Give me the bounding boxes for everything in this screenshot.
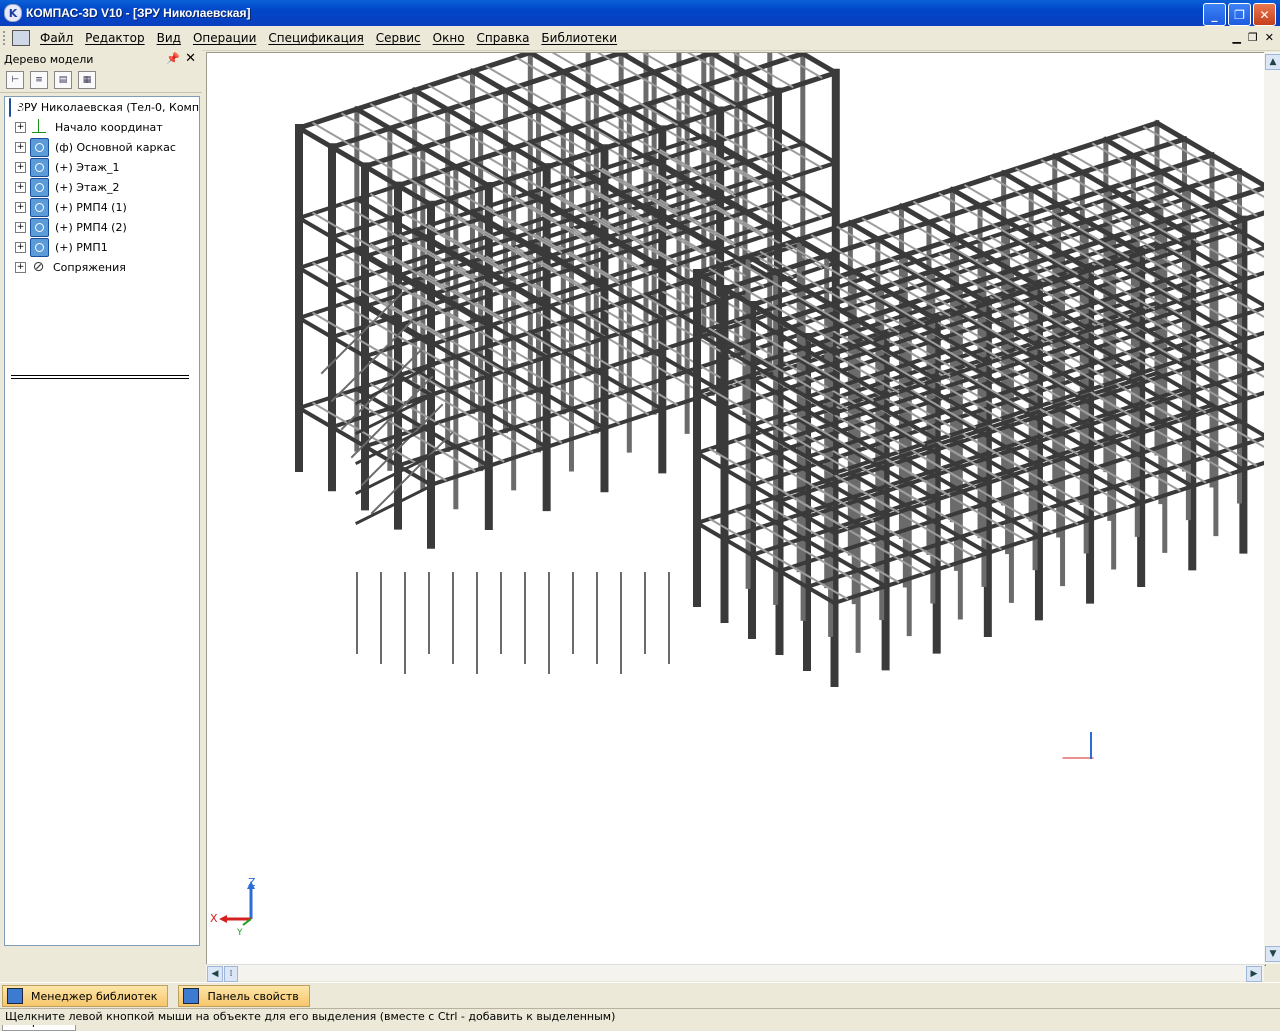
expand-icon[interactable]: +: [15, 221, 26, 233]
toolbar-grip[interactable]: [3, 31, 8, 45]
properties-panel-label: Панель свойств: [207, 989, 299, 1003]
tree-item-rmp1[interactable]: + (+) РМП1: [5, 237, 199, 257]
library-icon: [7, 988, 23, 1004]
tree-item-floor-2[interactable]: + (+) Этаж_2: [5, 177, 199, 197]
expand-icon[interactable]: +: [15, 161, 26, 173]
expand-icon[interactable]: +: [15, 121, 26, 133]
pin-icon[interactable]: 📌: [166, 52, 180, 65]
bottom-panel-bar: Менеджер библиотек Панель свойств: [0, 982, 1280, 1009]
component-icon: [30, 197, 49, 217]
scroll-up-icon[interactable]: ▲: [1265, 54, 1280, 70]
properties-icon: [183, 988, 200, 1004]
paperclip-icon: ⊘: [32, 259, 45, 275]
library-manager-button[interactable]: Менеджер библиотек: [2, 985, 169, 1007]
scroll-left-icon[interactable]: ◀: [207, 966, 223, 982]
library-manager-label: Менеджер библиотек: [31, 989, 158, 1003]
properties-panel-button[interactable]: Панель свойств: [178, 985, 310, 1007]
separate-window-icon[interactable]: ▤: [54, 71, 72, 89]
window-title: КОМПАС-3D V10 - [ЗРУ Николаевская]: [26, 6, 251, 20]
component-icon: [30, 177, 49, 197]
steel-frame-model: Z X Y: [210, 53, 1265, 938]
tree-root[interactable]: ЗРУ Николаевская (Тел-0, Комп: [5, 97, 199, 117]
tree-root-label: ЗРУ Николаевская (Тел-0, Комп: [17, 100, 200, 114]
tree-item-label: (+) РМП1: [55, 240, 108, 254]
tree-item-label: (+) РМП4 (1): [55, 200, 127, 214]
tree-filter-icon[interactable]: ≡: [30, 71, 48, 89]
frame-beam: [395, 331, 806, 469]
menu-help[interactable]: Справка: [471, 31, 536, 45]
tree-item-label: Начало координат: [55, 120, 163, 134]
panel-header: Дерево модели 📌 ✕: [0, 50, 202, 68]
menu-window[interactable]: Окно: [427, 31, 471, 45]
coordinate-triad: Z X Y: [210, 876, 256, 938]
menu-libraries[interactable]: Библиотеки: [535, 31, 623, 45]
axis-x-label: X: [210, 912, 218, 925]
tree-item-rmp4-1[interactable]: + (+) РМП4 (1): [5, 197, 199, 217]
model-viewport[interactable]: Z X Y: [206, 52, 1266, 966]
menu-view[interactable]: Вид: [151, 31, 187, 45]
tree-divider: [11, 375, 189, 379]
tree-item-floor-1[interactable]: + (+) Этаж_1: [5, 157, 199, 177]
minimize-button[interactable]: _: [1203, 3, 1226, 26]
component-icon: [30, 217, 49, 237]
status-bar: Щелкните левой кнопкой мыши на объекте д…: [0, 1008, 1280, 1025]
tree-item-rmp4-2[interactable]: + (+) РМП4 (2): [5, 217, 199, 237]
tree-settings-icon[interactable]: ▦: [78, 71, 96, 89]
model-tree[interactable]: ЗРУ Николаевская (Тел-0, Комп + Начало к…: [4, 96, 200, 946]
viewport-vertical-scrollbar[interactable]: ▲ ▼: [1264, 52, 1280, 964]
title-bar: K КОМПАС-3D V10 - [ЗРУ Николаевская] _ ❐…: [0, 0, 1280, 26]
panel-title: Дерево модели: [4, 52, 94, 66]
doc-restore-button[interactable]: ❐: [1248, 31, 1258, 44]
document-system-icon[interactable]: [12, 30, 30, 46]
frame-beam: [362, 311, 773, 449]
component-icon: [30, 157, 49, 177]
scroll-right-icon[interactable]: ▶: [1246, 966, 1262, 982]
model-tree-panel: Дерево модели 📌 ✕ ⊢ ≡ ▤ ▦ ЗРУ Николаевск…: [0, 50, 202, 1031]
menu-service[interactable]: Сервис: [370, 31, 427, 45]
tree-item-label: (+) РМП4 (2): [55, 220, 127, 234]
doc-close-button[interactable]: ✕: [1265, 31, 1274, 44]
axes-icon: [30, 118, 47, 136]
restore-button[interactable]: ❐: [1228, 3, 1251, 26]
panel-close-icon[interactable]: ✕: [185, 51, 196, 66]
close-button[interactable]: ✕: [1253, 3, 1276, 26]
tree-item-label: (+) Этаж_2: [55, 180, 120, 194]
expand-icon[interactable]: +: [15, 181, 26, 193]
menu-file[interactable]: Файл: [34, 31, 79, 45]
tree-item-mates[interactable]: + ⊘ Сопряжения: [5, 257, 199, 277]
menu-specification[interactable]: Спецификация: [262, 31, 369, 45]
expand-icon[interactable]: +: [15, 201, 26, 213]
panel-toolbar: ⊢ ≡ ▤ ▦: [0, 68, 202, 93]
expand-icon[interactable]: +: [15, 261, 26, 273]
tree-item-main-frame[interactable]: + (ф) Основной каркас: [5, 137, 199, 157]
menu-bar: Файл Редактор Вид Операции Спецификация …: [0, 26, 1280, 51]
tree-structure-icon[interactable]: ⊢: [6, 71, 24, 89]
scroll-down-icon[interactable]: ▼: [1265, 946, 1280, 962]
component-icon: [30, 237, 49, 257]
axis-z-label: Z: [248, 876, 256, 889]
tree-item-origin[interactable]: + Начало координат: [5, 117, 199, 137]
assembly-icon: [9, 97, 23, 117]
component-icon: [30, 137, 49, 157]
tree-item-label: (+) Этаж_1: [55, 160, 120, 174]
viewport-horizontal-scrollbar[interactable]: ◀ ⁞ ▶: [206, 964, 1264, 982]
axis-y-label: Y: [236, 928, 243, 938]
structural-frame: [295, 53, 1265, 759]
tree-item-label: (ф) Основной каркас: [55, 140, 176, 154]
expand-icon[interactable]: +: [15, 241, 26, 253]
expand-icon[interactable]: +: [15, 141, 26, 153]
menu-editor[interactable]: Редактор: [79, 31, 150, 45]
menu-operations[interactable]: Операции: [187, 31, 262, 45]
kompas-app-icon[interactable]: K: [4, 4, 22, 22]
tree-item-label: Сопряжения: [53, 260, 126, 274]
doc-minimize-button[interactable]: ▁: [1232, 31, 1240, 44]
scroll-thumb[interactable]: ⁞: [224, 966, 238, 982]
